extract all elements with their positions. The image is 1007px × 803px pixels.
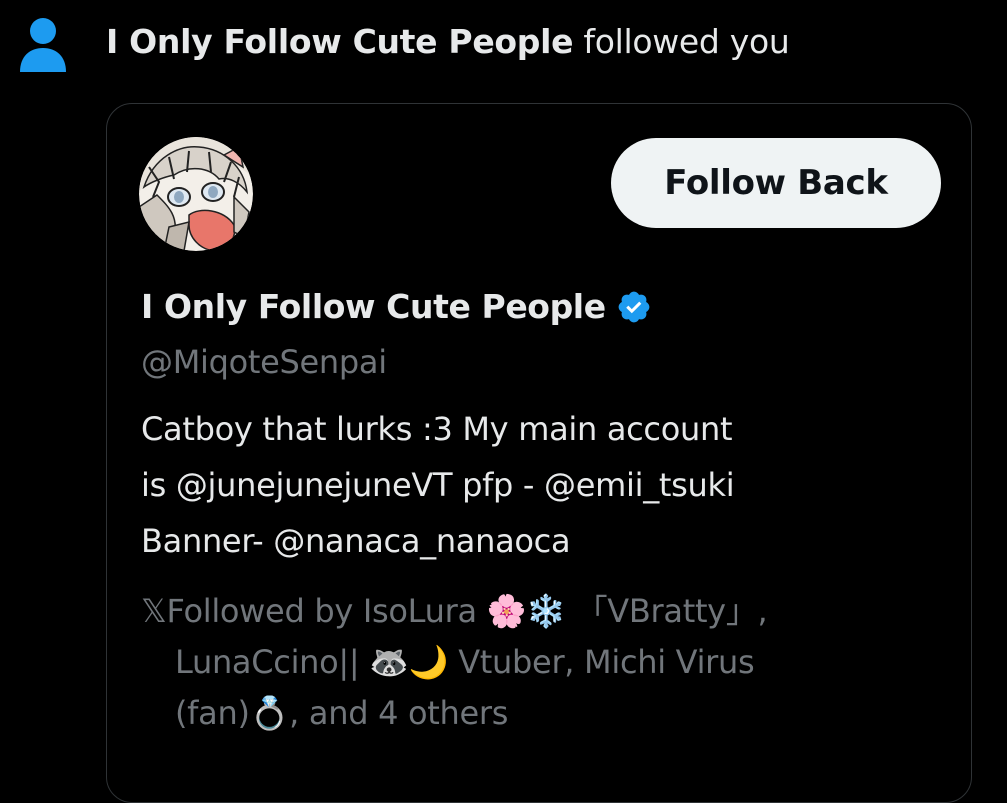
notification-action: followed you [583,22,790,61]
followed-by-line: (fan)💍, and 4 others [175,694,509,732]
bio-line: Banner- @nanaca_nanaoca [141,522,571,560]
profile-display-name[interactable]: I Only Follow Cute People [141,282,606,332]
avatar[interactable] [139,137,253,251]
followed-by-text[interactable]: 𝕏Followed by IsoLura 🌸❄️ 「VBratty」, Luna… [141,586,941,739]
follower-name-link[interactable]: I Only Follow Cute People [106,22,573,61]
profile-name-row: I Only Follow Cute People [141,282,652,332]
bio-line: is @junejunejuneVT pfp - @emii_tsuki [141,466,735,504]
notification-text: I Only Follow Cute People followed you [106,16,790,68]
followed-by-line: LunaCcino|| 🦝🌙 Vtuber, Michi Virus [175,643,755,681]
profile-handle[interactable]: @MiqoteSenpai [141,337,387,387]
follow-back-button[interactable]: Follow Back [611,138,941,228]
bio-line: Catboy that lurks :3 My main account [141,410,733,448]
person-icon [20,18,66,72]
verified-badge-icon [618,291,650,323]
profile-bio: Catboy that lurks :3 My main account is … [141,401,931,569]
followed-by-line: 𝕏Followed by IsoLura 🌸❄️ 「VBratty」, [141,592,768,630]
